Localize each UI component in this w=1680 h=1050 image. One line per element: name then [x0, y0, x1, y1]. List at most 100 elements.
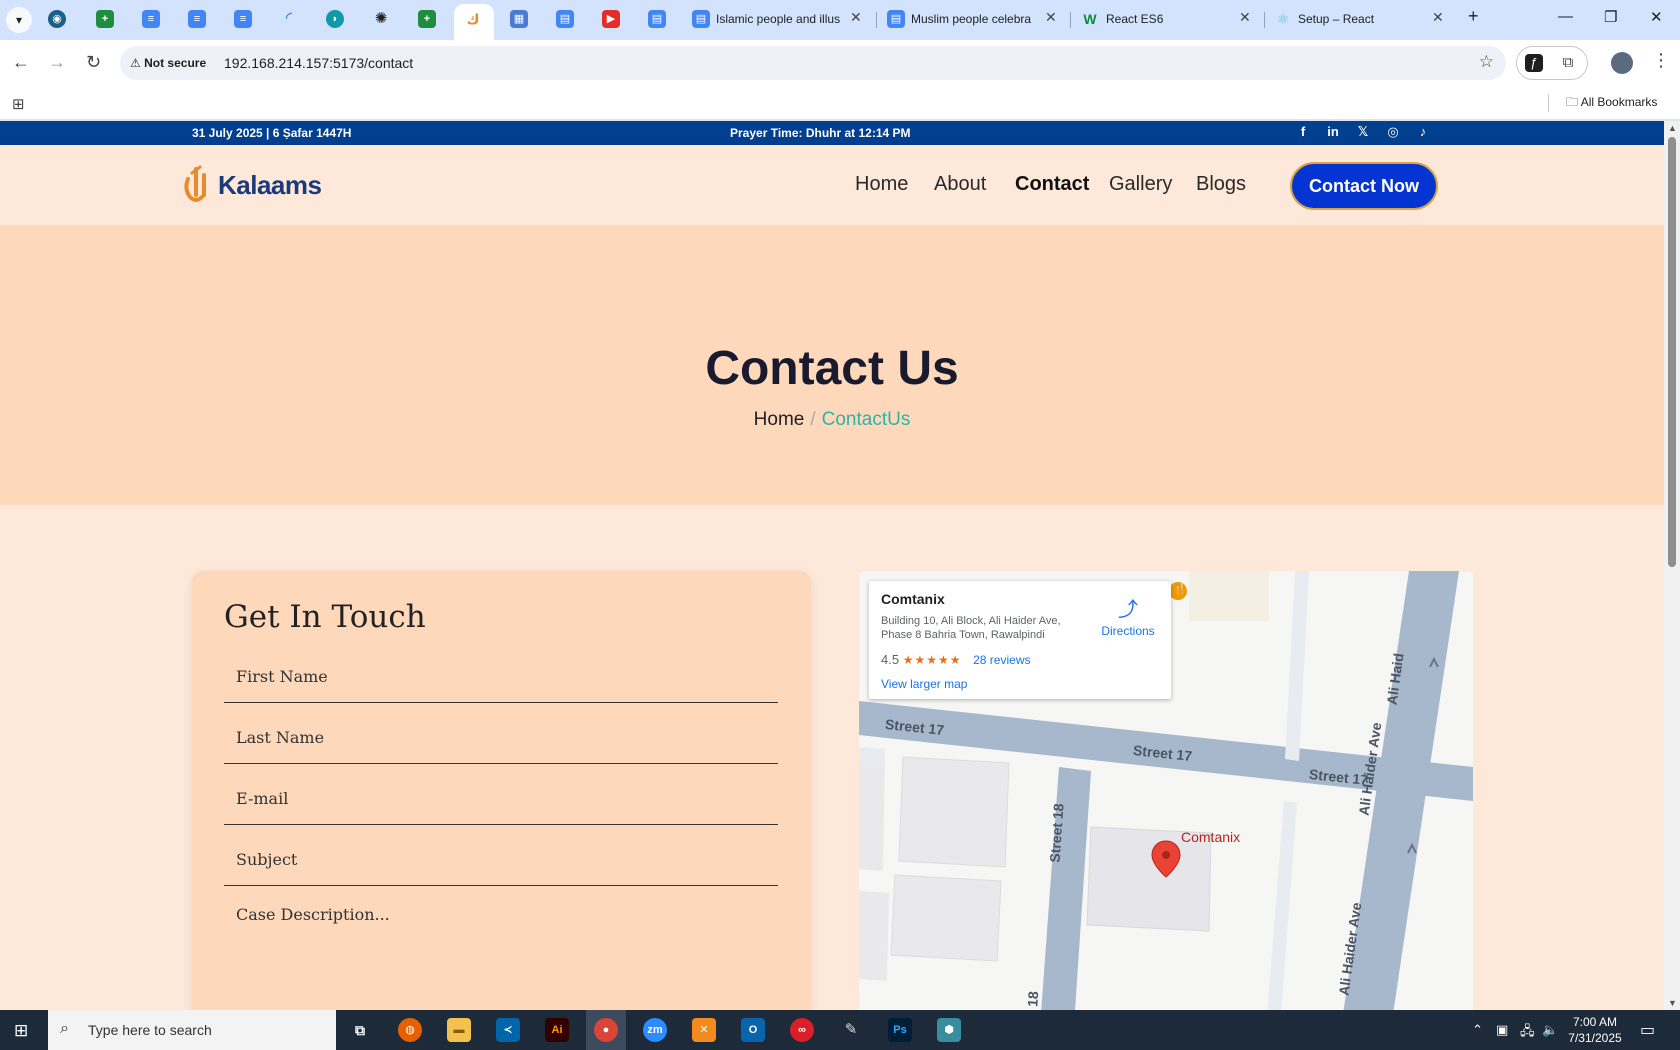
- prayer-time: Prayer Time: Dhuhr at 12:14 PM: [730, 126, 911, 140]
- tab-search-dropdown-icon[interactable]: ▾: [6, 7, 32, 33]
- prayer-prefix: Prayer Time:: [730, 126, 806, 140]
- tab-close-icon[interactable]: ✕: [1432, 9, 1444, 26]
- apps-grid-icon[interactable]: ⊞: [12, 95, 25, 113]
- pen-tool-icon[interactable]: ✎: [839, 1018, 863, 1042]
- security-chip[interactable]: ⚠ Not secure: [130, 53, 206, 73]
- url-text[interactable]: 192.168.214.157:5173/contact: [224, 55, 413, 71]
- last-name-input[interactable]: [224, 712, 778, 762]
- tiktok-icon[interactable]: ♪: [1408, 124, 1438, 139]
- address-bar[interactable]: ⚠ Not secure 192.168.214.157:5173/contac…: [120, 46, 1506, 80]
- app-hex-icon[interactable]: ⬢: [937, 1018, 961, 1042]
- nav-home[interactable]: Home: [855, 173, 908, 196]
- tab-title[interactable]: Setup – React: [1298, 12, 1418, 26]
- windows-start-icon[interactable]: ⊞: [14, 1021, 28, 1041]
- reload-icon[interactable]: ↻: [86, 52, 101, 73]
- map-street-label: 18: [1024, 990, 1042, 1008]
- subject-field: [224, 834, 778, 886]
- notifications-icon[interactable]: ▭: [1640, 1020, 1655, 1040]
- contact-now-button[interactable]: Contact Now: [1290, 162, 1438, 210]
- tab-react-icon: ⚛: [1276, 11, 1290, 27]
- pinned-tab-youtube-icon[interactable]: ▶: [602, 10, 620, 28]
- page-title: Contact Us: [705, 342, 959, 395]
- case-description-textarea[interactable]: [224, 893, 778, 1010]
- tray-app-icon[interactable]: ▣: [1496, 1022, 1508, 1038]
- creative-cloud-icon[interactable]: ∞: [790, 1018, 814, 1042]
- pinned-tab-docs-icon[interactable]: ≡: [188, 10, 206, 28]
- tab-close-icon[interactable]: ✕: [1045, 9, 1057, 26]
- logo-text: Kalaams: [218, 170, 322, 200]
- scrollbar-thumb[interactable]: [1668, 137, 1676, 567]
- close-window-icon[interactable]: ✕: [1650, 8, 1663, 26]
- restaurant-icon[interactable]: 🍴: [1173, 582, 1187, 595]
- profile-avatar[interactable]: [1611, 52, 1633, 74]
- extension-font-icon[interactable]: ƒ: [1525, 54, 1543, 72]
- pinned-tab-docs-icon[interactable]: ≡: [142, 10, 160, 28]
- pinned-tab-forms-icon[interactable]: ▤: [648, 10, 666, 28]
- tray-chevron-icon[interactable]: ⌃: [1472, 1022, 1483, 1038]
- active-tab-kalaams-icon[interactable]: ﻙ: [464, 10, 482, 28]
- network-icon[interactable]: 🖧: [1520, 1022, 1535, 1044]
- first-name-input[interactable]: [224, 651, 778, 701]
- pinned-tab-sheets-icon[interactable]: +: [96, 10, 114, 28]
- scroll-down-icon[interactable]: ▼: [1668, 998, 1677, 1008]
- tab-title[interactable]: Muslim people celebra: [911, 12, 1035, 26]
- minimize-icon[interactable]: —: [1558, 8, 1573, 25]
- tab-close-icon[interactable]: ✕: [850, 9, 862, 26]
- taskbar-clock[interactable]: 7:00 AM 7/31/2025: [1560, 1014, 1630, 1046]
- pinned-tab-app-icon[interactable]: ◗: [326, 10, 344, 28]
- nav-blogs[interactable]: Blogs: [1196, 173, 1246, 196]
- back-icon[interactable]: ←: [12, 52, 30, 73]
- x-twitter-icon[interactable]: 𝕏: [1348, 124, 1378, 140]
- browser-menu-icon[interactable]: ⋮: [1652, 50, 1670, 71]
- tab-close-icon[interactable]: ✕: [1239, 9, 1251, 26]
- pinned-tab-forms-icon[interactable]: ▤: [556, 10, 574, 28]
- illustrator-icon[interactable]: Ai: [545, 1018, 569, 1042]
- xampp-icon[interactable]: ✕: [692, 1018, 716, 1042]
- pinned-tab-docs-icon[interactable]: ≡: [234, 10, 252, 28]
- firefox-icon[interactable]: ◍: [398, 1018, 422, 1042]
- photoshop-icon[interactable]: Ps: [888, 1018, 912, 1042]
- new-tab-button[interactable]: +: [1468, 6, 1479, 27]
- subject-input[interactable]: [224, 834, 778, 884]
- file-explorer-icon[interactable]: ▬: [447, 1018, 471, 1042]
- chrome-icon[interactable]: ●: [594, 1018, 618, 1042]
- restore-icon[interactable]: ❐: [1604, 8, 1617, 26]
- embedded-map[interactable]: Street 17 Street 17 Street 17 Street 18 …: [859, 571, 1473, 1010]
- linkedin-icon[interactable]: in: [1318, 124, 1348, 139]
- map-reviews-link[interactable]: 28 reviews: [973, 653, 1030, 667]
- scroll-up-icon[interactable]: ▲: [1668, 123, 1677, 133]
- task-view-icon[interactable]: ⧉: [348, 1018, 372, 1042]
- outlook-icon[interactable]: O: [741, 1018, 765, 1042]
- nav-about[interactable]: About: [934, 173, 986, 196]
- vscode-icon[interactable]: ≺: [496, 1018, 520, 1042]
- pinned-tab-qr-icon[interactable]: ▦: [510, 10, 528, 28]
- zoom-icon[interactable]: zm: [643, 1018, 667, 1042]
- email-input[interactable]: [224, 773, 778, 823]
- pinned-tab-sheets-icon[interactable]: +: [418, 10, 436, 28]
- tab-title[interactable]: React ES6: [1106, 12, 1226, 26]
- browser-tab-strip: ▾ ◉ + ≡ ≡ ≡ ◜ ◗ ✺ + ﻙ ▦ ▤ ▶ ▤ ▤ Islamic …: [0, 0, 1680, 40]
- taskbar-search[interactable]: ⌕ Type here to search: [48, 1010, 336, 1050]
- page-scrollbar[interactable]: ▲ ▼: [1664, 121, 1680, 1010]
- facebook-icon[interactable]: f: [1288, 124, 1318, 139]
- clock-time: 7:00 AM: [1572, 1015, 1618, 1029]
- view-larger-map-link[interactable]: View larger map: [881, 677, 967, 691]
- tab-title[interactable]: Islamic people and illus: [716, 12, 840, 26]
- extensions-puzzle-icon[interactable]: ⧉: [1559, 54, 1577, 72]
- pinned-tab-loading-icon[interactable]: ◜: [280, 10, 298, 28]
- bookmark-star-icon[interactable]: ☆: [1479, 52, 1494, 72]
- forward-icon[interactable]: →: [48, 52, 66, 73]
- all-bookmarks-button[interactable]: 🗀 All Bookmarks: [1566, 93, 1657, 114]
- instagram-icon[interactable]: ◎: [1378, 124, 1408, 140]
- directions-button[interactable]: ⤴ Directions: [1093, 593, 1163, 638]
- nav-gallery[interactable]: Gallery: [1109, 173, 1172, 196]
- pinned-tab-chatgpt-icon[interactable]: ✺: [372, 10, 390, 28]
- tab-forms-icon: ▤: [887, 10, 905, 28]
- map-rating-value: 4.5: [881, 652, 900, 667]
- pinned-tab-globe-icon[interactable]: ◉: [48, 10, 66, 28]
- volume-icon[interactable]: 🔈: [1542, 1022, 1558, 1038]
- breadcrumb-home[interactable]: Home: [754, 409, 805, 430]
- map-pin-label[interactable]: Comtanix: [1181, 829, 1240, 845]
- map-rating-stars: ★★★★★: [902, 653, 962, 667]
- nav-contact[interactable]: Contact: [1015, 173, 1089, 196]
